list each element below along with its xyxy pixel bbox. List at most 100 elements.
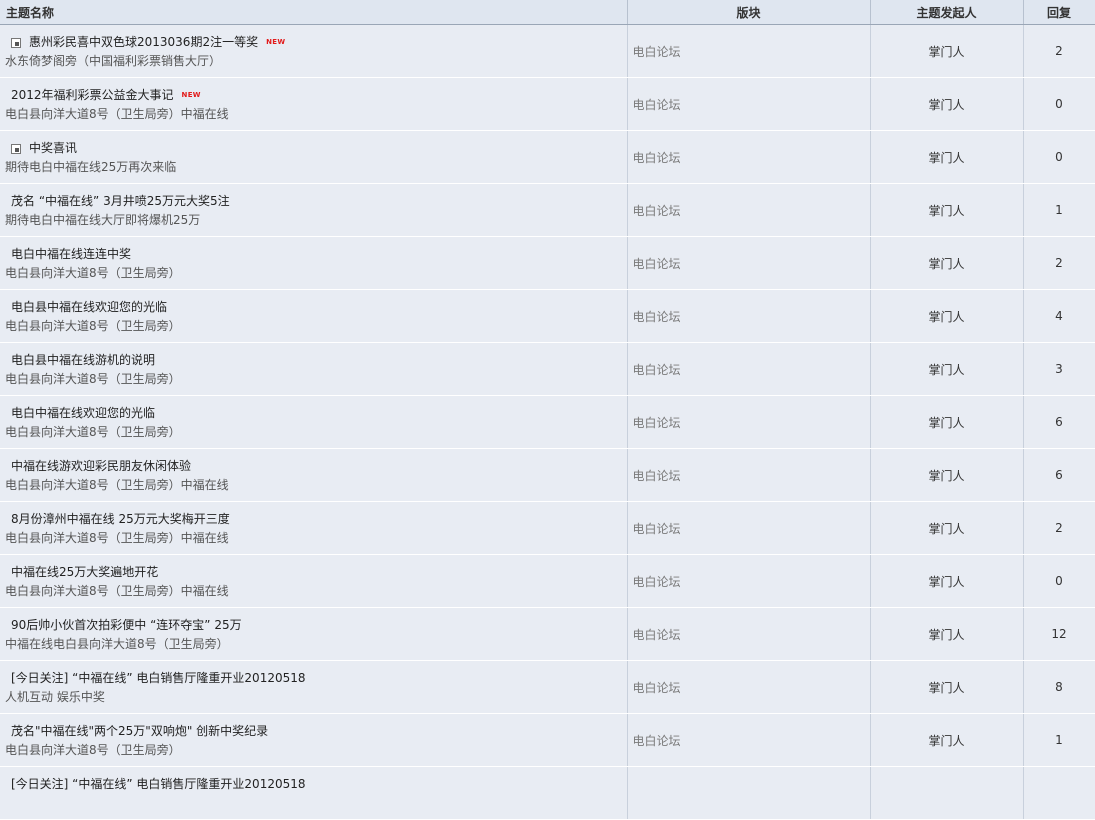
topic-title-link[interactable]: 中福在线25万大奖遍地开花: [11, 565, 158, 579]
topic-subtitle: 电白县向洋大道8号（卫生局旁）: [5, 743, 181, 757]
table-row[interactable]: 8月份漳州中福在线 25万元大奖梅开三度 电白县向洋大道8号（卫生局旁）中福在线电…: [0, 501, 1095, 555]
author-link[interactable]: 掌门人: [870, 501, 1024, 555]
board-link[interactable]: 电白论坛: [627, 554, 871, 608]
table-row[interactable]: 茂名 “中福在线” 3月井喷25万元大奖5注 期待电白中福在线大厅即将爆机25万电…: [0, 183, 1095, 237]
topic-subtitle: 电白县向洋大道8号（卫生局旁）中福在线: [5, 584, 229, 598]
topic-subtitle: 人机互动 娱乐中奖: [5, 690, 105, 704]
table-row[interactable]: 茂名"中福在线"两个25万"双响炮" 创新中奖纪录电白县向洋大道8号（卫生局旁）…: [0, 713, 1095, 767]
topic-title-link[interactable]: 电白县中福在线欢迎您的光临: [11, 300, 167, 314]
reply-count: [1023, 766, 1095, 820]
topic-cell: 中福在线游欢迎彩民朋友休闲体验电白县向洋大道8号（卫生局旁）中福在线: [0, 448, 628, 502]
column-header-replies[interactable]: 回复: [1023, 0, 1095, 25]
topic-cell: 电白县中福在线游机的说明电白县向洋大道8号（卫生局旁）: [0, 342, 628, 396]
author-link[interactable]: 掌门人: [870, 130, 1024, 184]
column-header-title[interactable]: 主题名称: [0, 0, 628, 25]
author-link[interactable]: 掌门人: [870, 660, 1024, 714]
reply-count: 0: [1023, 77, 1095, 131]
board-link[interactable]: [627, 766, 871, 820]
topic-list: 惠州彩民喜中双色球2013036期2注一等奖 NEW 水东倚梦阁旁（中国福利彩票销售…: [0, 24, 1095, 820]
board-link[interactable]: 电白论坛: [627, 395, 871, 449]
table-row[interactable]: 2012年福利彩票公益金大事记 NEW 电白县向洋大道8号（卫生局旁）中福在线 电白论…: [0, 77, 1095, 131]
column-header-author[interactable]: 主题发起人: [870, 0, 1024, 25]
author-link[interactable]: 掌门人: [870, 342, 1024, 396]
table-row[interactable]: 中福在线游欢迎彩民朋友休闲体验 电白县向洋大道8号（卫生局旁）中福在线 电白论坛 掌门…: [0, 448, 1095, 502]
board-link[interactable]: 电白论坛: [627, 236, 871, 290]
reply-count: 2: [1023, 501, 1095, 555]
topic-subtitle: 电白县向洋大道8号（卫生局旁）: [5, 319, 181, 333]
author-link[interactable]: 掌门人: [870, 607, 1024, 661]
topic-title-link[interactable]: 电白中福在线欢迎您的光临: [11, 406, 155, 420]
reply-count: 2: [1023, 236, 1095, 290]
topic-cell: 电白中福在线连连中奖电白县向洋大道8号（卫生局旁）: [0, 236, 628, 290]
topic-subtitle: 期待电白中福在线大厅即将爆机25万: [5, 213, 201, 227]
topic-subtitle: 中福在线电白县向洋大道8号（卫生局旁）: [5, 637, 229, 651]
author-link[interactable]: 掌门人: [870, 77, 1024, 131]
topic-image-icon: [11, 143, 21, 154]
new-badge: NEW: [181, 91, 201, 99]
topic-title-link[interactable]: 电白县中福在线游机的说明: [11, 353, 155, 367]
topic-subtitle: 电白县向洋大道8号（卫生局旁）中福在线: [5, 478, 229, 492]
topic-cell: 茂名"中福在线"两个25万"双响炮" 创新中奖纪录电白县向洋大道8号（卫生局旁）: [0, 713, 628, 767]
topic-title-link[interactable]: 中福在线游欢迎彩民朋友休闲体验: [11, 459, 191, 473]
board-link[interactable]: 电白论坛: [627, 660, 871, 714]
author-link[interactable]: 掌门人: [870, 554, 1024, 608]
reply-count: 6: [1023, 448, 1095, 502]
topic-title-link[interactable]: 茂名 “中福在线” 3月井喷25万元大奖5注: [11, 194, 230, 208]
author-link[interactable]: [870, 766, 1024, 820]
author-link[interactable]: 掌门人: [870, 713, 1024, 767]
topic-subtitle: 水东倚梦阁旁（中国福利彩票销售大厅）: [5, 54, 222, 68]
board-link[interactable]: 电白论坛: [627, 130, 871, 184]
reply-count: 0: [1023, 554, 1095, 608]
author-link[interactable]: 掌门人: [870, 236, 1024, 290]
topic-title-link[interactable]: [今日关注] “中福在线” 电白销售厅隆重开业20120518: [11, 777, 306, 791]
topic-title-link[interactable]: 惠州彩民喜中双色球2013036期2注一等奖: [29, 35, 258, 49]
topic-title-link[interactable]: 电白中福在线连连中奖: [11, 247, 131, 261]
board-link[interactable]: 电白论坛: [627, 448, 871, 502]
topic-cell: 中奖喜讯期待电白中福在线25万再次来临: [0, 130, 628, 184]
topic-subtitle: [5, 794, 622, 812]
topic-cell: 中福在线25万大奖遍地开花电白县向洋大道8号（卫生局旁）中福在线: [0, 554, 628, 608]
topic-subtitle: 电白县向洋大道8号（卫生局旁）: [5, 266, 181, 280]
topic-title-link[interactable]: [今日关注] “中福在线” 电白销售厅隆重开业20120518: [11, 671, 306, 685]
board-link[interactable]: 电白论坛: [627, 24, 871, 78]
table-row[interactable]: 惠州彩民喜中双色球2013036期2注一等奖 NEW 水东倚梦阁旁（中国福利彩票销售…: [0, 24, 1095, 78]
table-row[interactable]: [今日关注] “中福在线” 电白销售厅隆重开业20120518 人机互动 娱乐中奖…: [0, 660, 1095, 714]
table-row[interactable]: 中奖喜讯 期待电白中福在线25万再次来临 电白论坛 掌门人 0: [0, 130, 1095, 184]
author-link[interactable]: 掌门人: [870, 448, 1024, 502]
board-link[interactable]: 电白论坛: [627, 183, 871, 237]
topic-cell: 8月份漳州中福在线 25万元大奖梅开三度 电白县向洋大道8号（卫生局旁）中福在线: [0, 501, 628, 555]
table-row[interactable]: 90后帅小伙首次拍彩便中 “连环夺宝” 25万中福在线电白县向洋大道8号（卫生局…: [0, 607, 1095, 661]
topic-subtitle: 电白县向洋大道8号（卫生局旁）中福在线: [5, 107, 229, 121]
table-row[interactable]: 电白中福在线欢迎您的光临 电白县向洋大道8号（卫生局旁） 电白论坛 掌门人 6: [0, 395, 1095, 449]
topic-title-link[interactable]: 茂名"中福在线"两个25万"双响炮" 创新中奖纪录: [11, 724, 268, 738]
topic-subtitle: 电白县向洋大道8号（卫生局旁）: [5, 372, 181, 386]
table-row[interactable]: 中福在线25万大奖遍地开花 电白县向洋大道8号（卫生局旁）中福在线 电白论坛 掌门人 0: [0, 554, 1095, 608]
board-link[interactable]: 电白论坛: [627, 342, 871, 396]
board-link[interactable]: 电白论坛: [627, 713, 871, 767]
table-row[interactable]: 电白县中福在线游机的说明 电白县向洋大道8号（卫生局旁） 电白论坛 掌门人 3: [0, 342, 1095, 396]
reply-count: 12: [1023, 607, 1095, 661]
table-row[interactable]: 电白县中福在线欢迎您的光临电白县向洋大道8号（卫生局旁） 电白论坛 掌门人 4: [0, 289, 1095, 343]
topic-title-link[interactable]: 8月份漳州中福在线 25万元大奖梅开三度: [11, 512, 230, 526]
topic-subtitle: 期待电白中福在线25万再次来临: [5, 160, 177, 174]
board-link[interactable]: 电白论坛: [627, 289, 871, 343]
column-header-board[interactable]: 版块: [627, 0, 871, 25]
topic-cell: 90后帅小伙首次拍彩便中 “连环夺宝” 25万中福在线电白县向洋大道8号（卫生局…: [0, 607, 628, 661]
table-row[interactable]: 电白中福在线连连中奖 电白县向洋大道8号（卫生局旁） 电白论坛 掌门人 2: [0, 236, 1095, 290]
board-link[interactable]: 电白论坛: [627, 607, 871, 661]
board-link[interactable]: 电白论坛: [627, 77, 871, 131]
topic-title-link[interactable]: 90后帅小伙首次拍彩便中 “连环夺宝” 25万: [11, 618, 242, 632]
topic-table: 主题名称 版块 主题发起人 回复 惠州彩民喜中双色球2013036期2注一等奖 N…: [0, 0, 1095, 820]
topic-image-icon: [11, 37, 21, 48]
reply-count: 4: [1023, 289, 1095, 343]
author-link[interactable]: 掌门人: [870, 24, 1024, 78]
author-link[interactable]: 掌门人: [870, 289, 1024, 343]
author-link[interactable]: 掌门人: [870, 395, 1024, 449]
table-row[interactable]: [今日关注] “中福在线” 电白销售厅隆重开业20120518: [0, 766, 1095, 820]
topic-cell: 茂名 “中福在线” 3月井喷25万元大奖5注期待电白中福在线大厅即将爆机25万: [0, 183, 628, 237]
author-link[interactable]: 掌门人: [870, 183, 1024, 237]
board-link[interactable]: 电白论坛: [627, 501, 871, 555]
reply-count: 0: [1023, 130, 1095, 184]
topic-title-link[interactable]: 2012年福利彩票公益金大事记: [11, 88, 174, 102]
topic-title-link[interactable]: 中奖喜讯: [29, 141, 77, 155]
